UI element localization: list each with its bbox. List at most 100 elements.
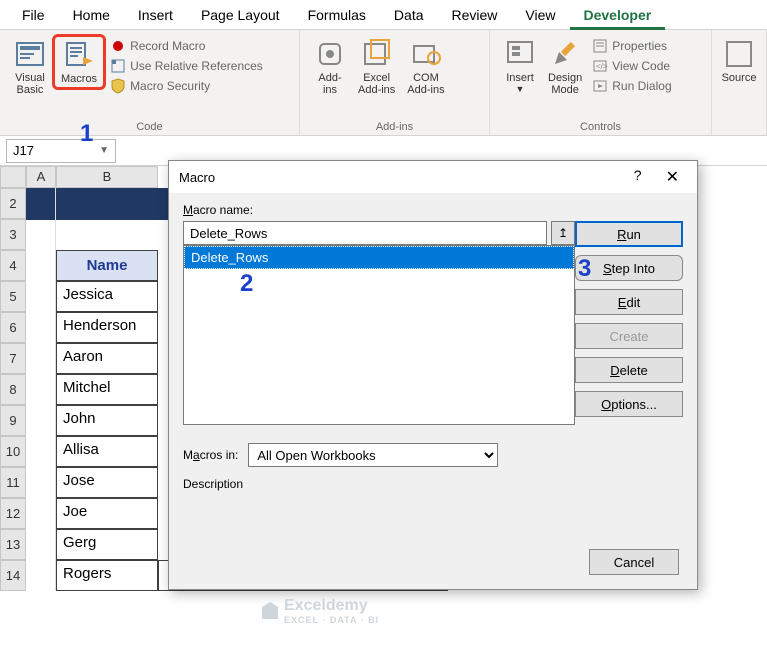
use-relative-button[interactable]: Use Relative References	[106, 56, 267, 76]
tab-file[interactable]: File	[8, 0, 59, 30]
properties-button[interactable]: Properties	[588, 36, 675, 56]
macros-icon	[63, 39, 95, 71]
properties-icon	[592, 38, 608, 54]
cell-name[interactable]: Aaron	[56, 343, 158, 374]
design-mode-icon	[549, 38, 581, 70]
select-all-corner[interactable]	[0, 166, 26, 188]
insert-control-icon	[504, 38, 536, 70]
row-header[interactable]: 5	[0, 281, 26, 312]
macro-security-label: Macro Security	[130, 79, 210, 93]
controls-group-title: Controls	[490, 121, 711, 133]
close-button[interactable]: ✕	[658, 163, 687, 191]
addins-icon	[314, 38, 346, 70]
tab-page-layout[interactable]: Page Layout	[187, 0, 294, 30]
tab-formulas[interactable]: Formulas	[294, 0, 380, 30]
tab-developer[interactable]: Developer	[570, 0, 666, 30]
watermark-sub: EXCEL · DATA · BI	[284, 615, 379, 625]
delete-button[interactable]: Delete	[575, 357, 683, 383]
run-dialog-button[interactable]: Run Dialog	[588, 76, 675, 96]
cell-name[interactable]: Rogers	[56, 560, 158, 591]
svg-text:</>: </>	[596, 62, 608, 71]
watermark: Exceldemy EXCEL · DATA · BI	[260, 597, 379, 625]
tab-review[interactable]: Review	[438, 0, 512, 30]
visual-basic-button[interactable]: Visual Basic	[8, 34, 52, 100]
source-button[interactable]: Source	[720, 34, 758, 88]
macros-label: Macros	[61, 73, 97, 85]
watermark-main: Exceldemy	[284, 597, 379, 615]
macros-button[interactable]: Macros	[52, 34, 106, 90]
row-header[interactable]: 6	[0, 312, 26, 343]
name-box[interactable]: J17 ▼	[6, 139, 116, 163]
addins-button[interactable]: Add- ins	[308, 34, 352, 100]
cell-name[interactable]: Jose	[56, 467, 158, 498]
view-code-button[interactable]: </> View Code	[588, 56, 675, 76]
run-dialog-icon	[592, 78, 608, 94]
cell-name[interactable]: Mitchel	[56, 374, 158, 405]
cell-name[interactable]: Allisa	[56, 436, 158, 467]
cell-name[interactable]: Jessica	[56, 281, 158, 312]
macro-security-button[interactable]: Macro Security	[106, 76, 267, 96]
use-relative-icon	[110, 58, 126, 74]
col-header-a[interactable]: A	[26, 166, 56, 188]
row-header[interactable]: 14	[0, 560, 26, 591]
design-mode-button[interactable]: Design Mode	[542, 34, 588, 100]
com-addins-icon	[410, 38, 442, 70]
excel-addins-label: Excel Add-ins	[358, 72, 395, 96]
row-header[interactable]: 2	[0, 188, 26, 219]
row-header[interactable]: 8	[0, 374, 26, 405]
help-button[interactable]: ?	[626, 163, 650, 191]
shield-icon	[110, 78, 126, 94]
col-header-b[interactable]: B	[56, 166, 158, 188]
ribbon-group-addins: Add- ins Excel Add-ins COM Add-ins Add-i…	[300, 30, 490, 135]
addins-group-title: Add-ins	[300, 121, 489, 133]
dialog-title-text: Macro	[179, 170, 215, 185]
row-header[interactable]: 9	[0, 405, 26, 436]
com-addins-button[interactable]: COM Add-ins	[401, 34, 450, 100]
insert-control-button[interactable]: Insert ▼	[498, 34, 542, 98]
annotation-2: 2	[240, 270, 253, 298]
record-macro-icon	[110, 38, 126, 54]
properties-label: Properties	[612, 39, 667, 53]
ribbon-group-controls: Insert ▼ Design Mode Properties </> View…	[490, 30, 712, 135]
visual-basic-label: Visual Basic	[15, 72, 45, 96]
excel-addins-icon	[361, 38, 393, 70]
cancel-button[interactable]: Cancel	[589, 549, 679, 575]
cell-name[interactable]: Joe	[56, 498, 158, 529]
ribbon-group-code: Visual Basic Macros Record Macro Use Rel…	[0, 30, 300, 135]
cell-name[interactable]: John	[56, 405, 158, 436]
tab-data[interactable]: Data	[380, 0, 438, 30]
cell-name[interactable]: Henderson	[56, 312, 158, 343]
source-icon	[723, 38, 755, 70]
description-label: Description	[183, 477, 575, 491]
row-header[interactable]: 7	[0, 343, 26, 374]
row-header[interactable]: 10	[0, 436, 26, 467]
macro-name-input[interactable]	[183, 221, 547, 245]
annotation-1: 1	[80, 120, 93, 148]
options-button[interactable]: Options...	[575, 391, 683, 417]
collapse-button[interactable]: ↥	[551, 221, 575, 245]
visual-basic-icon	[14, 38, 46, 70]
macro-list-item[interactable]: Delete_Rows	[184, 246, 574, 269]
table-header-name[interactable]: Name	[56, 250, 158, 281]
record-macro-button[interactable]: Record Macro	[106, 36, 267, 56]
chevron-down-icon[interactable]: ▼	[99, 145, 109, 156]
com-addins-label: COM Add-ins	[407, 72, 444, 96]
row-header[interactable]: 3	[0, 219, 26, 250]
row-header[interactable]: 13	[0, 529, 26, 560]
create-button: Create	[575, 323, 683, 349]
row-header[interactable]: 11	[0, 467, 26, 498]
macro-name-label: Macro name:	[183, 203, 575, 217]
name-box-value: J17	[13, 143, 34, 158]
row-header[interactable]: 4	[0, 250, 26, 281]
row-header[interactable]: 12	[0, 498, 26, 529]
tab-view[interactable]: View	[511, 0, 569, 30]
edit-button[interactable]: Edit	[575, 289, 683, 315]
tab-insert[interactable]: Insert	[124, 0, 187, 30]
macros-in-select[interactable]: All Open Workbooks	[248, 443, 498, 467]
ribbon-tabs: File Home Insert Page Layout Formulas Da…	[0, 0, 767, 30]
run-button[interactable]: Run	[575, 221, 683, 247]
view-code-icon: </>	[592, 58, 608, 74]
cell-name[interactable]: Gerg	[56, 529, 158, 560]
excel-addins-button[interactable]: Excel Add-ins	[352, 34, 401, 100]
tab-home[interactable]: Home	[59, 0, 124, 30]
